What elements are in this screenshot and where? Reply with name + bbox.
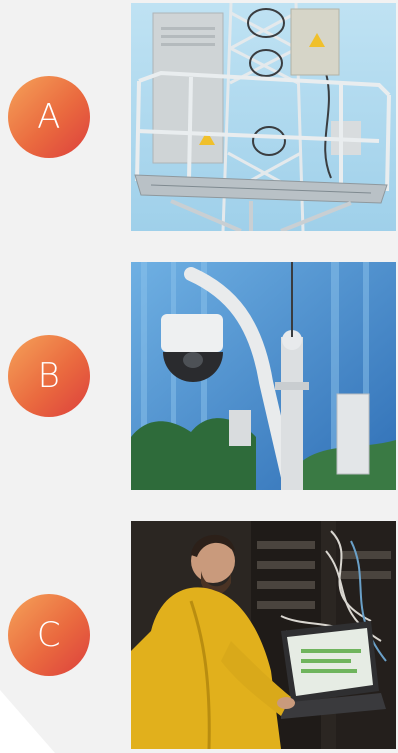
dome-camera-illustration bbox=[131, 262, 396, 490]
telecom-tower-illustration bbox=[131, 3, 396, 231]
telecom-tower-platform-photo-icon[interactable] bbox=[131, 3, 396, 231]
option-badge-b[interactable]: B bbox=[8, 335, 90, 417]
option-badge-a[interactable]: A bbox=[8, 76, 90, 158]
option-badge-c[interactable]: C bbox=[8, 594, 90, 676]
dome-camera-on-pole-photo-icon[interactable] bbox=[131, 262, 396, 490]
server-room-illustration bbox=[131, 521, 396, 749]
technician-in-server-room-photo-icon[interactable] bbox=[131, 521, 396, 749]
